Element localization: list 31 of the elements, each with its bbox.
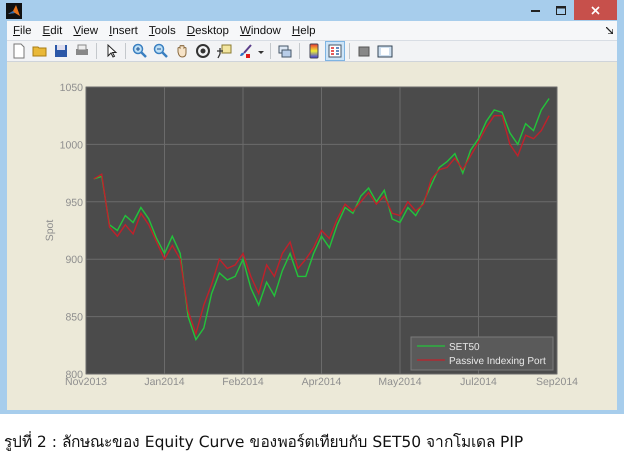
close-icon <box>591 6 600 14</box>
x-tick-label: Nov2013 <box>64 376 108 388</box>
menu-item[interactable]: Desktop <box>180 24 234 36</box>
legend-label: Passive Indexing Port <box>449 356 546 367</box>
figure-caption: รูปที่ 2 : ลักษณะของ Equity Curve ของพอร์ตเทียบกับ SET50 จากโมเดล PIP <box>3 430 524 453</box>
y-tick-label: 1000 <box>60 139 83 152</box>
x-tick-label: Apr2014 <box>302 376 342 388</box>
menu-item[interactable]: Help <box>286 24 321 36</box>
menu-item[interactable]: Edit <box>36 24 68 36</box>
x-tick-label: Feb2014 <box>222 376 264 388</box>
y-tick-label: 950 <box>65 196 83 209</box>
close-button[interactable] <box>574 0 617 20</box>
menu-item[interactable]: Tools <box>142 24 181 36</box>
maximize-icon <box>556 6 566 14</box>
app-icon <box>6 2 22 18</box>
x-tick-label: May2014 <box>378 376 422 388</box>
menu-item[interactable]: Insert <box>103 24 143 36</box>
y-tick-label: 1050 <box>60 82 83 94</box>
y-axis-label: Spot <box>44 220 56 242</box>
x-tick-label: Jan2014 <box>144 376 185 388</box>
minimize-icon <box>530 8 540 12</box>
dock-arrow-icon[interactable] <box>606 27 613 34</box>
legend-icon[interactable] <box>325 41 345 61</box>
menu-item[interactable]: Window <box>234 24 286 36</box>
legend-label: SET50 <box>449 342 480 353</box>
menu-item[interactable]: File <box>7 24 37 36</box>
menu-item[interactable]: View <box>67 24 104 36</box>
y-tick-label: 900 <box>65 254 83 266</box>
x-tick-label: Sep2014 <box>536 376 578 388</box>
x-tick-label: Jul2014 <box>460 376 497 388</box>
y-tick-label: 850 <box>65 312 83 324</box>
